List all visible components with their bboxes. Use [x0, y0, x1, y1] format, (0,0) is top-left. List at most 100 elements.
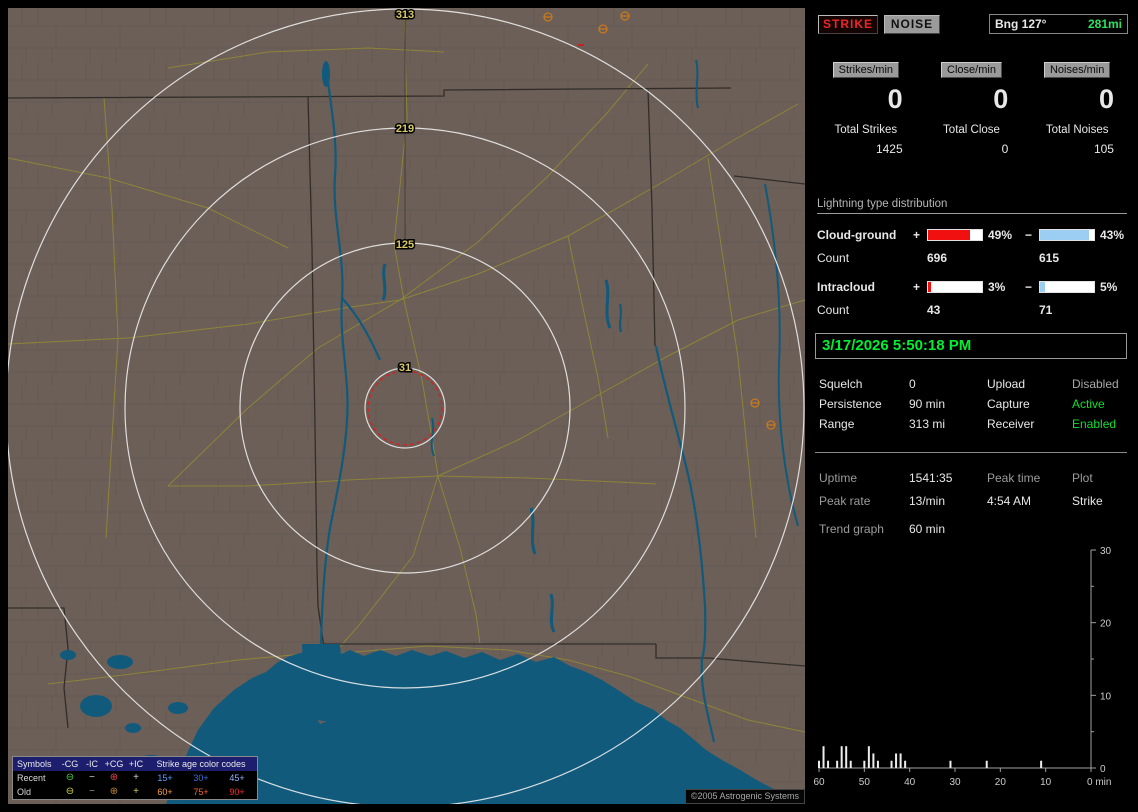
- total-strikes-value: 1425: [875, 142, 903, 156]
- svg-text:30: 30: [949, 777, 961, 788]
- strikes-per-min-value: 0: [887, 84, 903, 114]
- upload-status: Disabled: [1072, 377, 1119, 391]
- rate-columns: Strikes/min 0 Total Strikes 1425 Close/m…: [813, 62, 1130, 156]
- strikes-per-min-button[interactable]: Strikes/min: [832, 62, 900, 78]
- intracloud-label: Intracloud: [817, 280, 876, 294]
- old-ncg-icon: ⊖: [65, 786, 75, 797]
- age-60: 60+: [157, 787, 173, 797]
- cg-plus-bar: [927, 229, 983, 241]
- age-45: 45+: [229, 773, 245, 783]
- settings-row: Squelch 0 Upload Disabled: [819, 374, 1127, 394]
- recent-pic-icon: +: [133, 772, 139, 783]
- close-per-min-button[interactable]: Close/min: [941, 62, 1002, 78]
- total-noises-label: Total Noises: [1045, 124, 1109, 136]
- svg-text:60: 60: [813, 777, 825, 788]
- svg-text:0: 0: [1100, 764, 1106, 775]
- strike-mode-button[interactable]: STRIKE: [818, 15, 878, 34]
- lightning-map[interactable]: 313 219 125 31 Symbols -CG -IC +CG +IC S…: [8, 8, 805, 804]
- legend-col-ncg: -CG: [61, 759, 79, 769]
- bearing-value: Bng 127°: [995, 17, 1047, 31]
- stats-row: Uptime 1541:35 Peak time Plot: [819, 466, 1127, 489]
- ic-plus-count: 43: [927, 303, 941, 317]
- total-close-label: Total Close: [943, 124, 1000, 136]
- cloud-ground-counts: Count 696 615: [817, 246, 1127, 270]
- legend-col-pcg: +CG: [104, 759, 124, 769]
- peak-rate-label: Peak rate: [819, 493, 871, 508]
- ring-label-313: 313: [396, 9, 414, 21]
- legend-header: Symbols -CG -IC +CG +IC Strike age color…: [13, 757, 257, 771]
- ic-minus-count: 71: [1039, 303, 1053, 317]
- status-panel: STRIKE NOISE Bng 127° 281mi Strikes/min …: [813, 8, 1130, 804]
- persistence-value: 90 min: [909, 397, 946, 411]
- divider: [815, 452, 1127, 453]
- total-noises-value: 105: [1093, 142, 1114, 156]
- settings-row: Range 313 mi Receiver Enabled: [819, 414, 1127, 434]
- noises-per-min-value: 0: [1098, 84, 1114, 114]
- cg-plus-count: 696: [927, 251, 948, 265]
- total-strikes-label: Total Strikes: [834, 124, 898, 136]
- range-value: 313 mi: [909, 417, 946, 431]
- total-close-value: 0: [1001, 142, 1009, 156]
- svg-text:10: 10: [1100, 691, 1112, 702]
- legend-recent-label: Recent: [17, 773, 46, 783]
- lightning-distribution: Lightning type distribution Cloud-ground…: [817, 198, 1127, 328]
- age-75: 75+: [193, 787, 209, 797]
- recent-pcg-icon: ⊕: [109, 772, 119, 783]
- copyright-notice: ©2005 Astrogenic Systems: [684, 789, 805, 804]
- noises-per-min-button[interactable]: Noises/min: [1043, 62, 1111, 78]
- ring-label-219: 219: [396, 123, 414, 135]
- age-15: 15+: [157, 773, 173, 783]
- uptime-label: Uptime: [819, 470, 858, 485]
- noise-mode-button[interactable]: NOISE: [884, 15, 940, 34]
- squelch-value: 0: [909, 377, 916, 391]
- svg-text:20: 20: [995, 777, 1007, 788]
- legend-age-header: Strike age color codes: [156, 759, 246, 769]
- legend-old-label: Old: [17, 787, 32, 797]
- plus-sign: +: [913, 228, 921, 242]
- age-90: 90+: [229, 787, 245, 797]
- recent-ncg-icon: ⊖: [65, 772, 75, 783]
- cloud-ground-row: Cloud-ground + 49% − 43%: [817, 224, 1127, 246]
- ring-label-125: 125: [396, 239, 414, 251]
- ring-label-31: 31: [399, 362, 411, 374]
- ic-minus-bar: [1039, 281, 1095, 293]
- settings-row: Persistence 90 min Capture Active: [819, 394, 1127, 414]
- trend-window-value: 60 min: [909, 522, 946, 536]
- upload-label: Upload: [987, 377, 1026, 391]
- receiver-label: Receiver: [987, 417, 1035, 431]
- cg-plus-pct: 49%: [988, 228, 1013, 242]
- cg-minus-bar: [1039, 229, 1095, 241]
- plus-sign: +: [913, 280, 921, 294]
- cg-minus-pct: 43%: [1100, 228, 1125, 242]
- minus-sign: −: [1025, 280, 1033, 294]
- trend-graph-chart: 0 10 20 30 60 50 40 30 20 10 0 min: [813, 546, 1112, 788]
- intracloud-counts: Count 43 71: [817, 298, 1127, 322]
- legend-row-old: Old ⊖ − ⊕ + 60+ 75+ 90+: [13, 785, 257, 799]
- close-column: Close/min 0 Total Close 0: [919, 62, 1025, 156]
- squelch-label: Squelch: [819, 377, 863, 391]
- old-pcg-icon: ⊕: [109, 786, 119, 797]
- legend-symbols-header: Symbols: [17, 759, 52, 769]
- receiver-status: Enabled: [1072, 417, 1117, 431]
- bearing-readout: Bng 127° 281mi: [989, 14, 1128, 34]
- ic-plus-bar: [927, 281, 983, 293]
- legend-col-pic: +IC: [128, 759, 144, 769]
- count-label: Count: [817, 251, 850, 265]
- cloud-ground-label: Cloud-ground: [817, 228, 897, 242]
- svg-text:0 min: 0 min: [1087, 777, 1111, 788]
- age-30: 30+: [193, 773, 209, 783]
- svg-text:10: 10: [1040, 777, 1052, 788]
- intracloud-row: Intracloud + 3% − 5%: [817, 276, 1127, 298]
- peak-time-label: Peak time: [987, 470, 1041, 485]
- count-label: Count: [817, 303, 850, 317]
- capture-status: Active: [1072, 397, 1105, 411]
- datetime-display: 3/17/2026 5:50:18 PM: [815, 333, 1127, 359]
- trend-graph-header: Trend graph 60 min: [819, 520, 945, 538]
- legend-row-recent: Recent ⊖ − ⊕ + 15+ 30+ 45+: [13, 771, 257, 785]
- recent-nic-icon: −: [89, 772, 95, 783]
- close-per-min-value: 0: [993, 84, 1009, 114]
- legend-col-nic: -IC: [86, 759, 98, 769]
- ic-minus-pct: 5%: [1100, 280, 1118, 294]
- settings-section: Squelch 0 Upload Disabled Persistence 90…: [819, 374, 1127, 434]
- old-nic-icon: −: [89, 786, 95, 797]
